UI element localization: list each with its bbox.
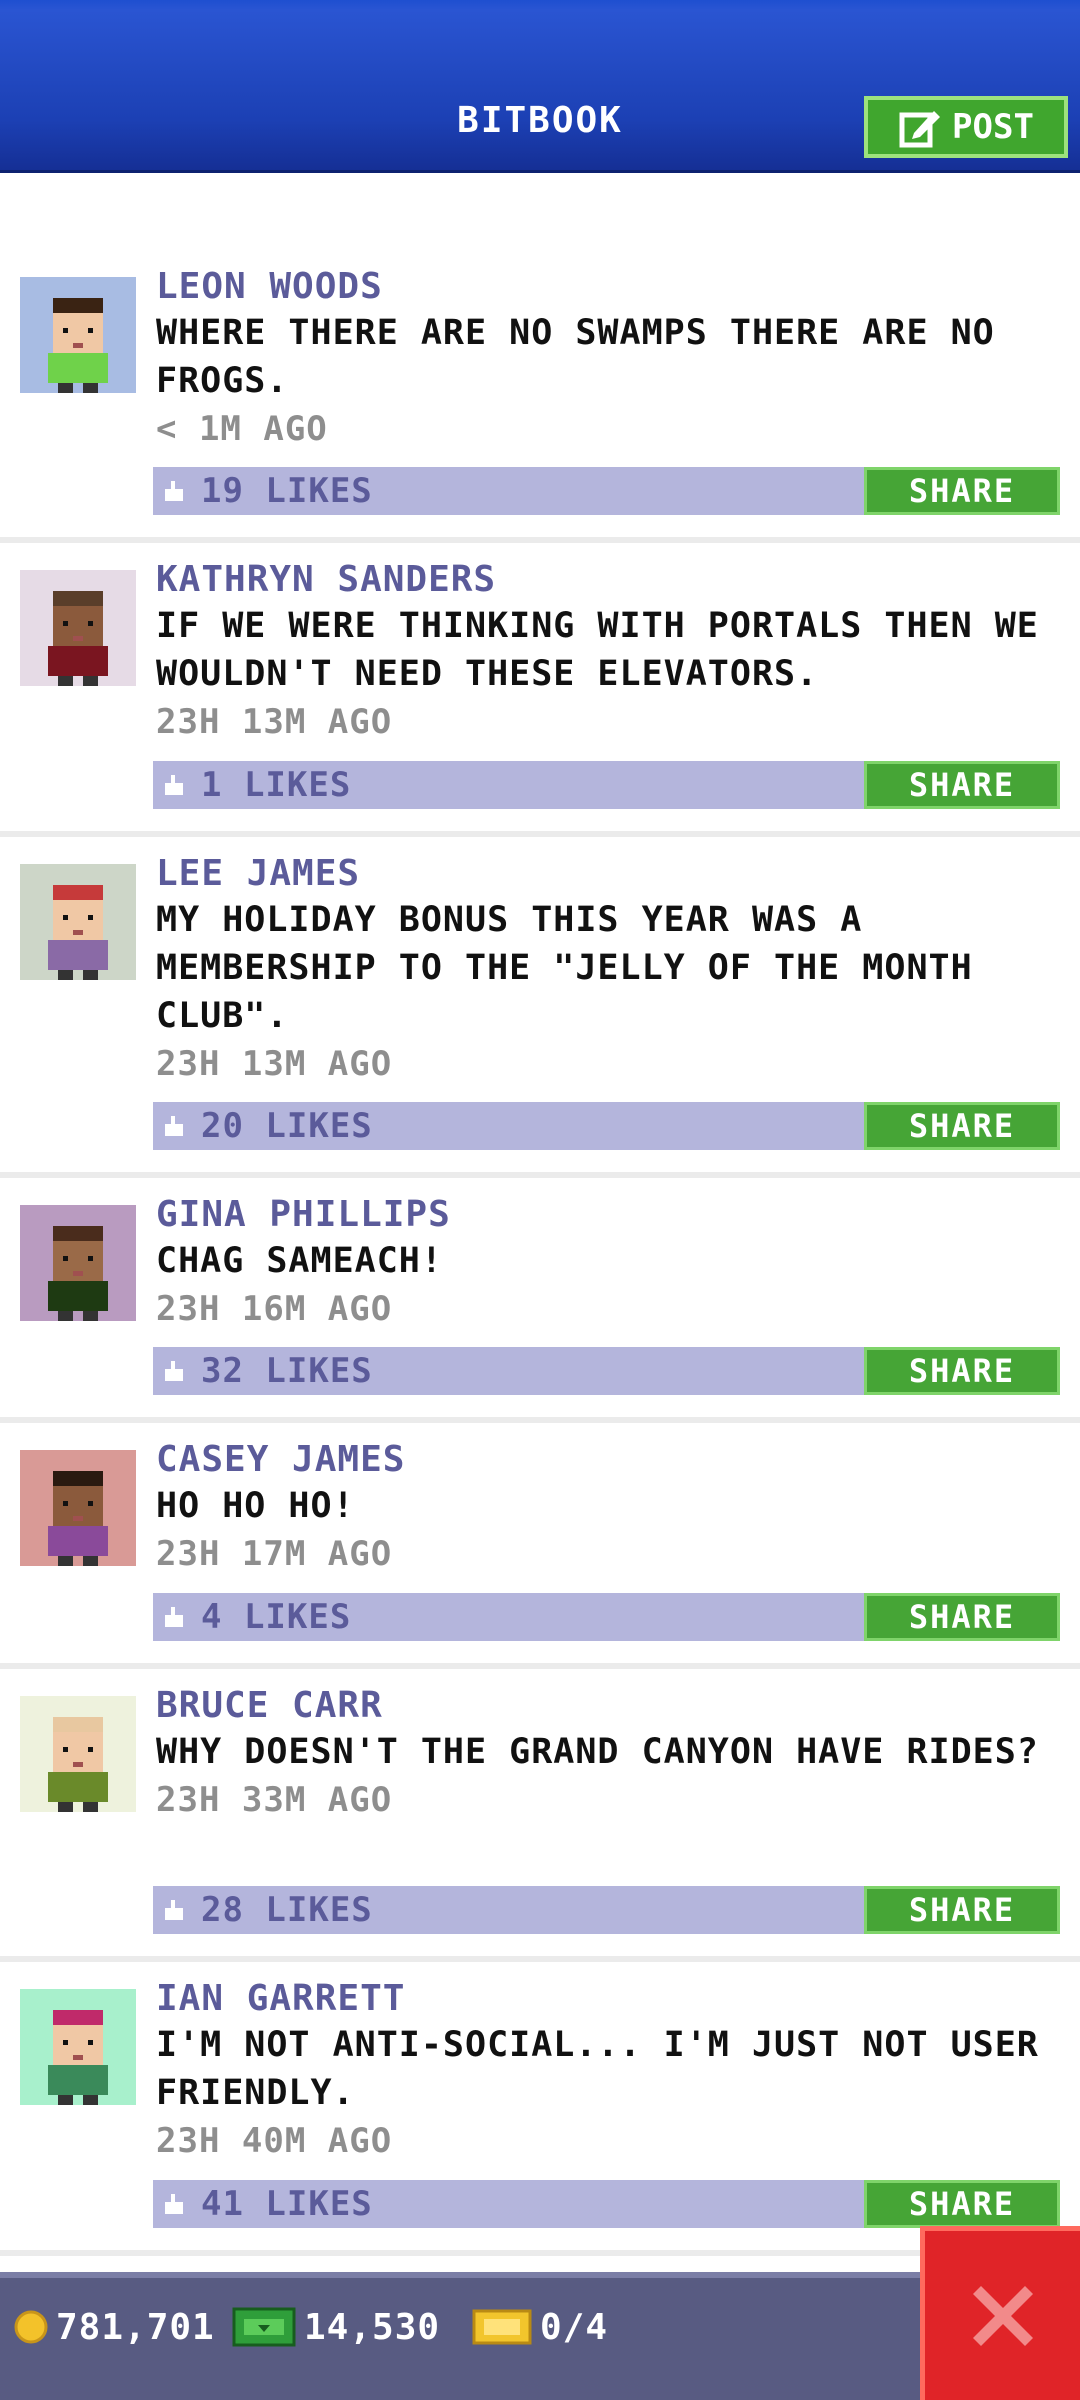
likes-count: 4 LIKES [201,1597,352,1637]
feed-post: CASEY JAMES HO HO HO! 23H 17M AGO 4 LIKE… [0,1423,1080,1669]
bux-stat: 14,530 [232,2303,440,2351]
post-content: IAN GARRETT I'M NOT ANTI-SOCIAL... I'M J… [156,1977,1066,2165]
share-button[interactable]: SHARE [864,2180,1060,2228]
currency-bar: 781,701 14,530 0/4 [0,2272,1080,2400]
likes-count: 1 LIKES [201,765,352,805]
bux-value: 14,530 [304,2306,441,2348]
share-button[interactable]: SHARE [864,1102,1060,1150]
avatar[interactable] [20,1989,136,2105]
avatar[interactable] [20,1205,136,1321]
post-time: < 1M AGO [156,409,328,449]
post-time: 23H 33M AGO [156,1780,393,1820]
likes-bar: 28 LIKES SHARE [153,1886,1060,1934]
avatar-figure [48,2010,108,2105]
avatar-figure [48,1717,108,1812]
post-text: WHERE THERE ARE NO SWAMPS THERE ARE NO F… [156,313,995,401]
likes-bar: 20 LIKES SHARE [153,1102,1060,1150]
likes-count: 32 LIKES [201,1351,373,1391]
post-text: CHAG SAMEACH! [156,1241,443,1281]
coins-stat: 781,701 [14,2303,215,2351]
tickets-value: 0/4 [540,2306,609,2348]
share-button[interactable]: SHARE [864,1593,1060,1641]
post-content: GINA PHILLIPS CHAG SAMEACH! 23H 16M AGO [156,1193,1066,1333]
post-author[interactable]: GINA PHILLIPS [156,1193,1066,1237]
likes-count: 28 LIKES [201,1890,373,1930]
post-author[interactable]: BRUCE CARR [156,1684,1066,1728]
likes-bar: 19 LIKES SHARE [153,467,1060,515]
avatar-figure [48,885,108,980]
share-button[interactable]: SHARE [864,1886,1060,1934]
thumbs-up-icon [165,775,183,795]
post-author[interactable]: LEE JAMES [156,852,1066,896]
close-icon [972,2285,1033,2346]
likes-bar: 4 LIKES SHARE [153,1593,1060,1641]
likes-bar: 32 LIKES SHARE [153,1347,1060,1395]
post-content: LEON WOODS WHERE THERE ARE NO SWAMPS THE… [156,265,1066,453]
post-author[interactable]: KATHRYN SANDERS [156,558,1066,602]
thumbs-up-icon [165,1607,183,1627]
feed-post: LEON WOODS WHERE THERE ARE NO SWAMPS THE… [0,250,1080,543]
ticket-icon [472,2309,532,2345]
avatar[interactable] [20,277,136,393]
post-time: 23H 17M AGO [156,1534,393,1574]
thumbs-up-icon [165,481,183,501]
thumbs-up-icon [165,1900,183,1920]
likes-count: 41 LIKES [201,2184,373,2224]
likes-count: 20 LIKES [201,1106,373,1146]
post-content: BRUCE CARR WHY DOESN'T THE GRAND CANYON … [156,1684,1066,1824]
edit-icon [899,111,941,148]
post-feed: LEON WOODS WHERE THERE ARE NO SWAMPS THE… [0,250,1080,2256]
post-author[interactable]: LEON WOODS [156,265,1066,309]
likes-bar: 41 LIKES SHARE [153,2180,1060,2228]
post-author[interactable]: IAN GARRETT [156,1977,1066,2021]
tickets-stat: 0/4 [472,2303,608,2351]
likes-bar: 1 LIKES SHARE [153,761,1060,809]
avatar-figure [48,298,108,393]
avatar-figure [48,1471,108,1566]
post-text: I'M NOT ANTI-SOCIAL... I'M JUST NOT USER… [156,2025,1039,2113]
post-button[interactable]: POST [864,96,1068,158]
avatar[interactable] [20,864,136,980]
thumbs-up-icon [165,2194,183,2214]
avatar-figure [48,591,108,686]
post-time: 23H 16M AGO [156,1289,393,1329]
avatar[interactable] [20,1696,136,1812]
post-text: HO HO HO! [156,1486,355,1526]
post-content: CASEY JAMES HO HO HO! 23H 17M AGO [156,1438,1066,1578]
avatar[interactable] [20,570,136,686]
coins-value: 781,701 [56,2306,215,2348]
top-app-bar: BITBOOK POST [0,0,1080,173]
post-time: 23H 40M AGO [156,2121,393,2161]
post-time: 23H 13M AGO [156,1044,393,1084]
feed-post: LEE JAMES MY HOLIDAY BONUS THIS YEAR WAS… [0,837,1080,1178]
share-button[interactable]: SHARE [864,467,1060,515]
share-button[interactable]: SHARE [864,1347,1060,1395]
feed-post: BRUCE CARR WHY DOESN'T THE GRAND CANYON … [0,1669,1080,1962]
post-text: MY HOLIDAY BONUS THIS YEAR WAS A MEMBERS… [156,900,973,1036]
feed-post: IAN GARRETT I'M NOT ANTI-SOCIAL... I'M J… [0,1962,1080,2256]
thumbs-up-icon [165,1361,183,1381]
coin-icon [14,2310,48,2344]
post-author[interactable]: CASEY JAMES [156,1438,1066,1482]
post-button-label: POST [952,107,1034,147]
close-button[interactable] [920,2226,1080,2400]
likes-count: 19 LIKES [201,471,373,511]
post-text: WHY DOESN'T THE GRAND CANYON HAVE RIDES? [156,1732,1039,1772]
avatar-figure [48,1226,108,1321]
post-text: IF WE WERE THINKING WITH PORTALS THEN WE… [156,606,1039,694]
feed-post: GINA PHILLIPS CHAG SAMEACH! 23H 16M AGO … [0,1178,1080,1423]
avatar[interactable] [20,1450,136,1566]
share-button[interactable]: SHARE [864,761,1060,809]
bux-icon [232,2307,296,2347]
thumbs-up-icon [165,1116,183,1136]
post-time: 23H 13M AGO [156,702,393,742]
post-content: KATHRYN SANDERS IF WE WERE THINKING WITH… [156,558,1066,746]
post-content: LEE JAMES MY HOLIDAY BONUS THIS YEAR WAS… [156,852,1066,1088]
feed-post: KATHRYN SANDERS IF WE WERE THINKING WITH… [0,543,1080,837]
